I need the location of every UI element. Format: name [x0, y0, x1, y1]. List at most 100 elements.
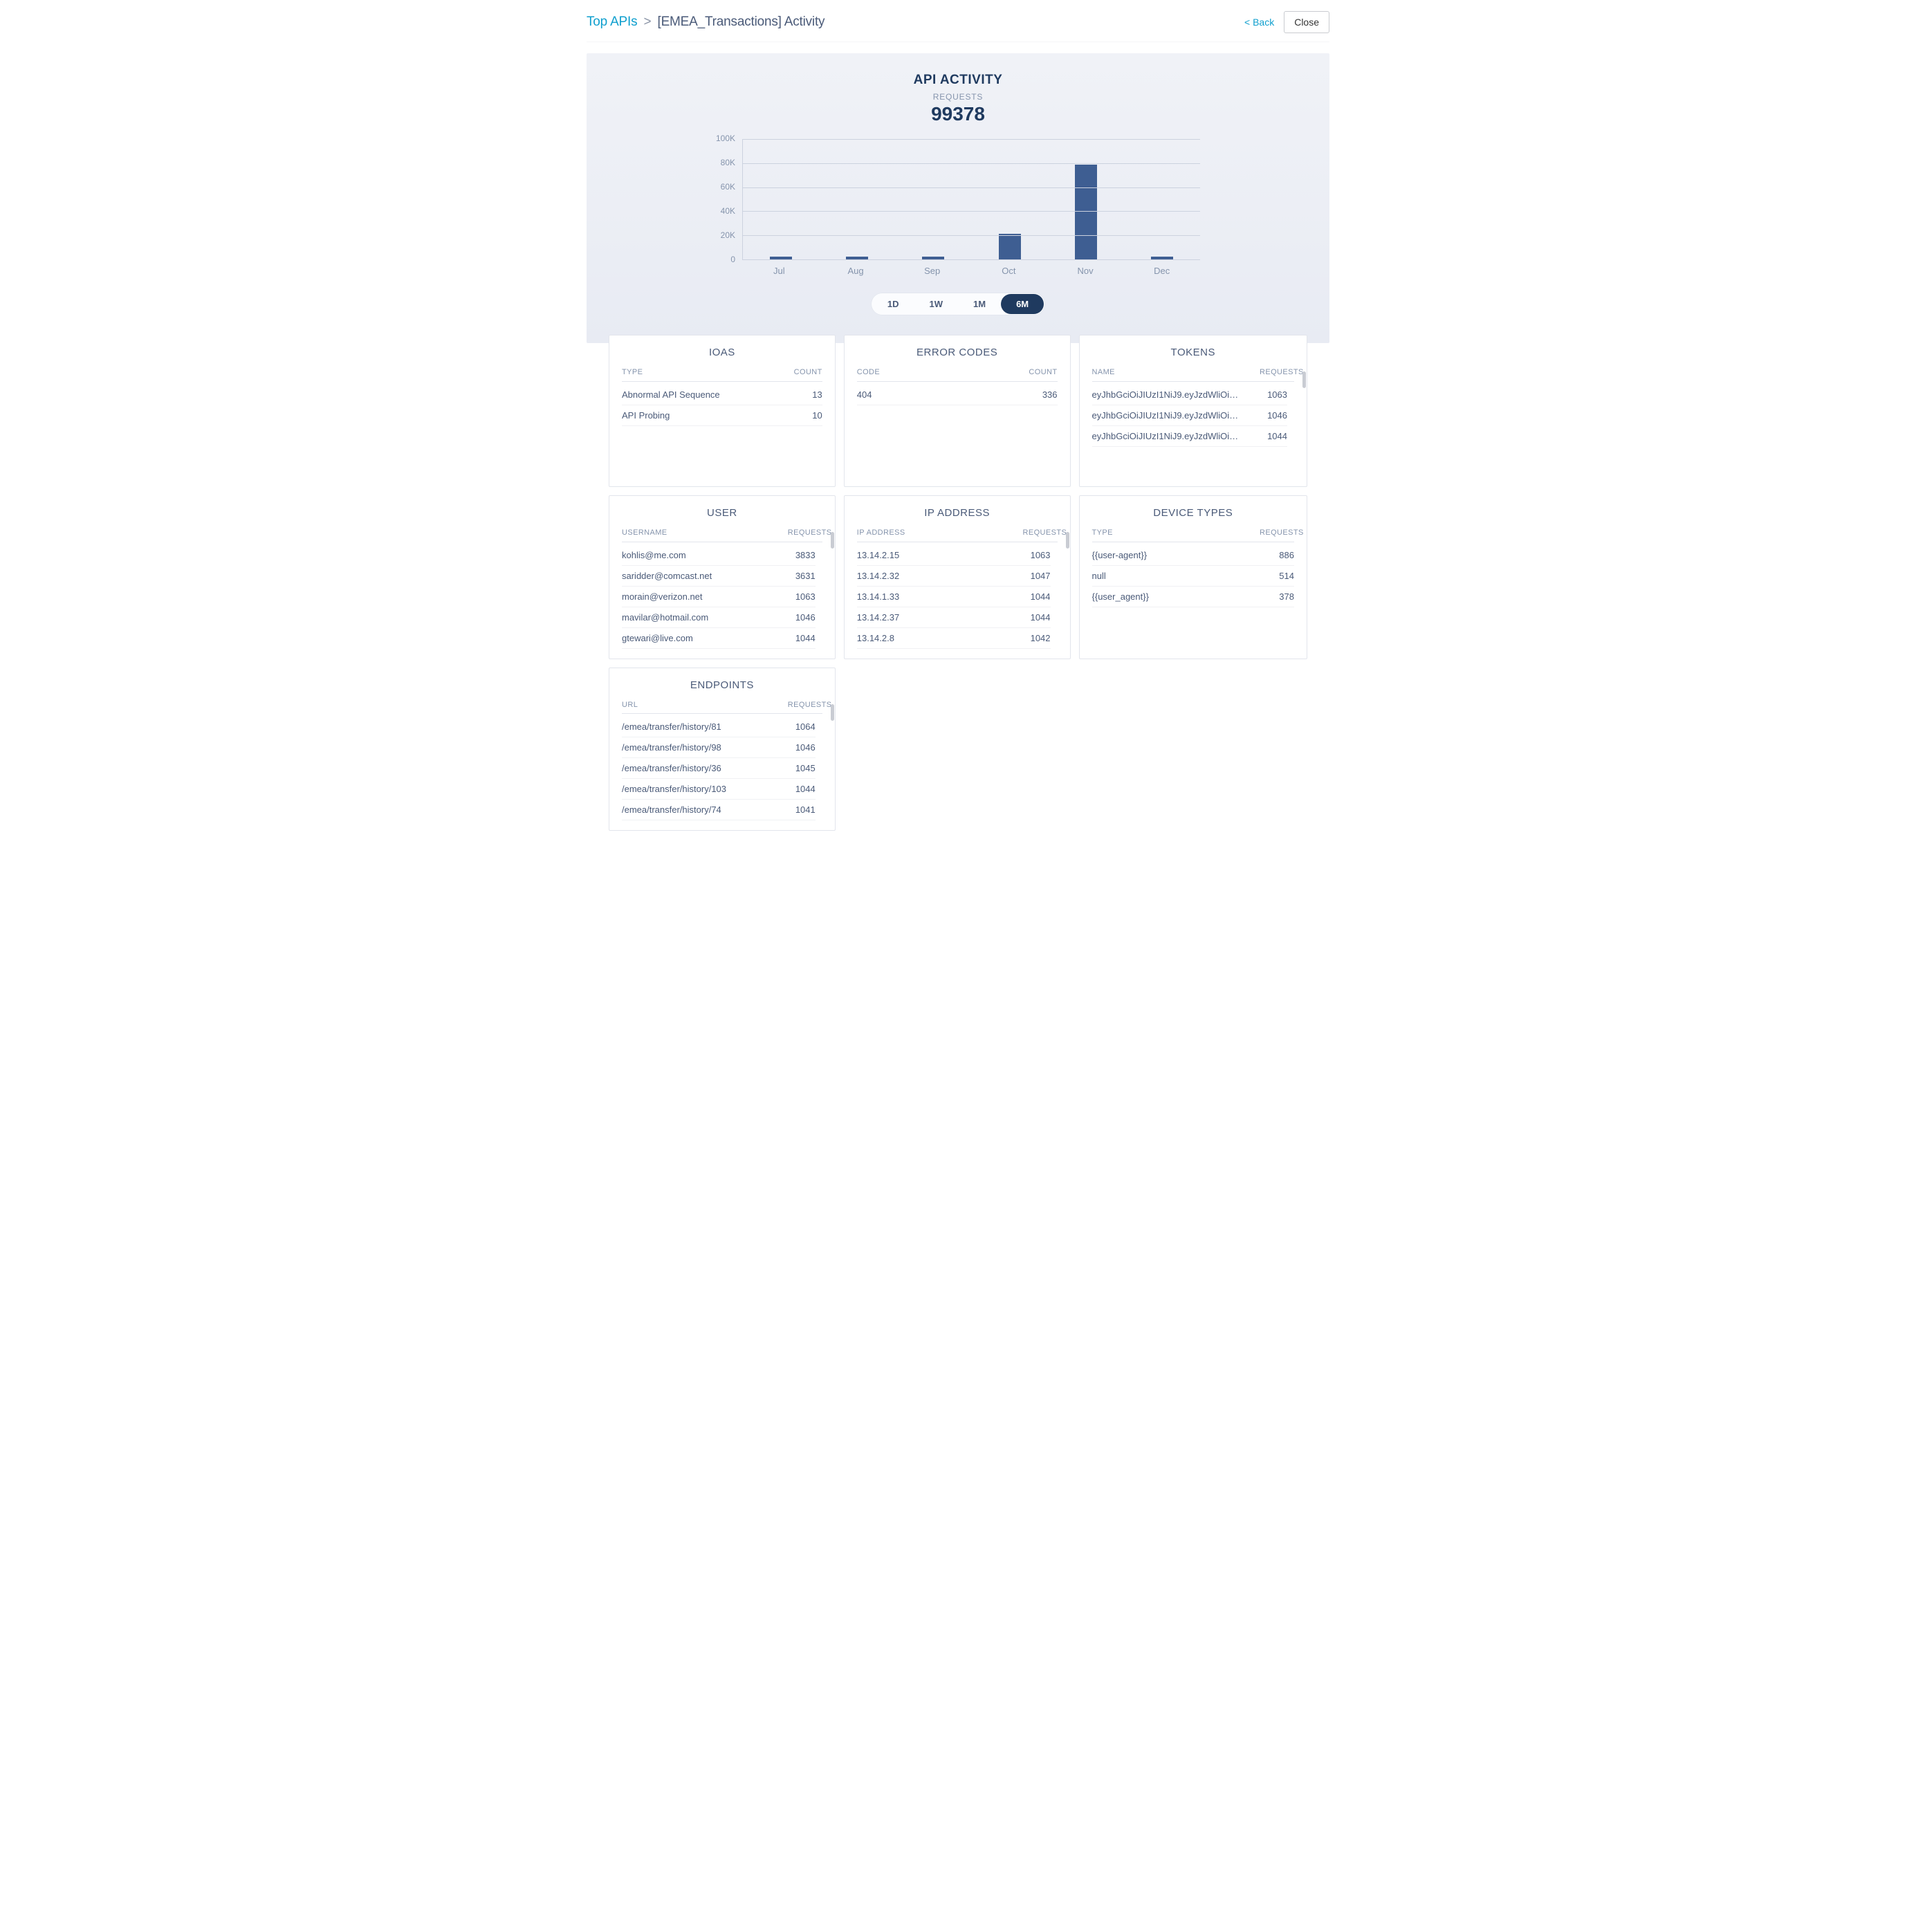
table-header-left: TYPE — [622, 368, 643, 377]
chart-grid-line — [743, 163, 1200, 164]
table-header-right: REQUESTS — [1260, 528, 1294, 537]
table-row[interactable]: /emea/transfer/history/981046 — [622, 737, 816, 758]
card-title: ERROR CODES — [857, 347, 1058, 358]
cell-value: 1063 — [795, 591, 816, 602]
cell-label: {{user_agent}} — [1092, 591, 1149, 602]
cell-label: /emea/transfer/history/74 — [622, 804, 721, 815]
chart-bar-slot — [743, 139, 819, 259]
chart-bar-slot — [819, 139, 895, 259]
time-range-1w[interactable]: 1W — [914, 294, 959, 314]
cell-label: eyJhbGciOiJIUzI1NiJ9.eyJzdWliOiI0MjYiL..… — [1092, 431, 1239, 441]
table-row[interactable]: null 514 — [1092, 566, 1294, 587]
cell-label: 13.14.2.32 — [857, 571, 899, 581]
chart-bar[interactable] — [770, 257, 792, 259]
time-range-selector: 1D1W1M6M — [871, 293, 1045, 315]
card-title: ENDPOINTS — [622, 679, 822, 691]
table-row[interactable]: /emea/transfer/history/361045 — [622, 758, 816, 779]
table-row[interactable]: eyJhbGciOiJIUzI1NiJ9.eyJzdWliOiI0MjYiL..… — [1092, 426, 1287, 447]
cell-value: 1064 — [795, 721, 816, 732]
card-endpoints: ENDPOINTSURLREQUESTS/emea/transfer/histo… — [609, 668, 836, 831]
breadcrumb-root-link[interactable]: Top APIs — [587, 15, 637, 29]
cell-label: null — [1092, 571, 1106, 581]
chart-x-tick: Sep — [894, 260, 970, 276]
chart-bar[interactable] — [846, 257, 868, 259]
table-row[interactable]: 13.14.2.81042 — [857, 628, 1051, 649]
table-row[interactable]: /emea/transfer/history/74 1041 — [622, 800, 816, 820]
cell-label: API Probing — [622, 410, 670, 421]
chart-bar[interactable] — [922, 257, 944, 259]
table-row[interactable]: eyJhbGciOiJIUzI1NiJ9.eyJzdWliOiI0MDQi...… — [1092, 385, 1287, 405]
table-row[interactable]: 13.14.2.321047 — [857, 566, 1051, 587]
card-title: DEVICE TYPES — [1092, 507, 1294, 519]
table-row[interactable]: API Probing 10 — [622, 405, 822, 426]
cell-value: 1044 — [795, 633, 816, 643]
cell-label: mavilar@hotmail.com — [622, 612, 708, 623]
table-row[interactable]: {{user-agent}}886 — [1092, 545, 1294, 566]
card-title: TOKENS — [1092, 347, 1294, 358]
table-header: IP ADDRESSREQUESTS — [857, 528, 1058, 542]
table-row[interactable]: 13.14.2.151063 — [857, 545, 1051, 566]
chart-y-axis: 100K80K60K40K20K0 — [716, 139, 742, 260]
cell-value: 378 — [1279, 591, 1294, 602]
table-row[interactable]: 13.14.2.371044 — [857, 607, 1051, 628]
scrollbar-thumb[interactable] — [831, 532, 834, 549]
activity-title: API ACTIVITY — [614, 73, 1302, 88]
card-ioas: IOASTYPECOUNTAbnormal API Sequence13API … — [609, 335, 836, 487]
table-row[interactable]: eyJhbGciOiJIUzI1NiJ9.eyJzdWliOiI0MjEiL..… — [1092, 405, 1287, 426]
card-ip-address: IP ADDRESSIP ADDRESSREQUESTS13.14.2.1510… — [844, 495, 1071, 659]
table-header-left: TYPE — [1092, 528, 1113, 537]
chart-grid-line — [743, 139, 1200, 140]
scrollbar-thumb[interactable] — [1302, 371, 1306, 388]
card-table: NAMEREQUESTS eyJhbGciOiJIUzI1NiJ9.eyJzdWl… — [1092, 368, 1294, 447]
cell-value: 10 — [812, 410, 822, 421]
cell-label: 404 — [857, 389, 872, 400]
cell-value: 1044 — [795, 784, 816, 794]
chart-bar[interactable] — [1151, 257, 1173, 259]
table-header: TYPECOUNT — [622, 368, 822, 382]
cell-label: /emea/transfer/history/103 — [622, 784, 726, 794]
table-row[interactable]: mavilar@hotmail.com1046 — [622, 607, 816, 628]
table-row[interactable]: gtewari@live.com1044 — [622, 628, 816, 649]
table-row[interactable]: kohlis@me.com3833 — [622, 545, 816, 566]
chart-bar[interactable] — [1075, 165, 1097, 259]
table-header: NAMEREQUESTS — [1092, 368, 1294, 382]
cell-value: 1063 — [1267, 389, 1287, 400]
cell-value: 514 — [1279, 571, 1294, 581]
cell-label: /emea/transfer/history/98 — [622, 742, 721, 753]
header-actions: < Back Close — [1244, 11, 1329, 33]
chart-x-tick: Jul — [741, 260, 818, 276]
table-row[interactable]: 13.14.1.331044 — [857, 587, 1051, 607]
card-user: USERUSERNAMEREQUESTSkohlis@me.com3833sar… — [609, 495, 836, 659]
chart-bar[interactable] — [999, 234, 1021, 259]
time-range-1d[interactable]: 1D — [872, 294, 914, 314]
close-button[interactable]: Close — [1284, 11, 1329, 33]
chart-x-tick: Aug — [818, 260, 894, 276]
table-row[interactable]: saridder@comcast.net3631 — [622, 566, 816, 587]
card-tokens: TOKENS NAMEREQUESTS eyJhbGciOiJIUzI1NiJ9.e… — [1079, 335, 1307, 487]
table-row[interactable]: {{user_agent}} 378 — [1092, 587, 1294, 607]
table-row[interactable]: /emea/transfer/history/103 1044 — [622, 779, 816, 800]
table-row[interactable]: 404336 — [857, 385, 1058, 405]
cell-value: 1041 — [795, 804, 816, 815]
card-grid: IOASTYPECOUNTAbnormal API Sequence13API … — [587, 335, 1329, 831]
activity-chart: 100K80K60K40K20K0 JulAugSepOctNovDec — [716, 139, 1200, 276]
cell-value: 1044 — [1267, 431, 1287, 441]
cell-label: kohlis@me.com — [622, 550, 686, 560]
scrollbar-thumb[interactable] — [831, 704, 834, 721]
table-header: USERNAMEREQUESTS — [622, 528, 822, 542]
cell-label: eyJhbGciOiJIUzI1NiJ9.eyJzdWliOiI0MDQi... — [1092, 389, 1239, 400]
table-row[interactable]: morain@verizon.net1063 — [622, 587, 816, 607]
table-row[interactable]: /emea/transfer/history/811064 — [622, 717, 816, 737]
cell-label: 13.14.1.33 — [857, 591, 899, 602]
scrollbar-thumb[interactable] — [1066, 532, 1069, 549]
cell-label: saridder@comcast.net — [622, 571, 712, 581]
chart-x-tick: Nov — [1047, 260, 1124, 276]
cell-value: 1045 — [795, 763, 816, 773]
time-range-1m[interactable]: 1M — [958, 294, 1001, 314]
cell-value: 886 — [1279, 550, 1294, 560]
time-range-6m[interactable]: 6M — [1001, 294, 1044, 314]
back-link[interactable]: < Back — [1244, 17, 1274, 28]
table-row[interactable]: Abnormal API Sequence13 — [622, 385, 822, 405]
table-header-right: COUNT — [1029, 368, 1057, 377]
chart-bar-slot — [1048, 139, 1124, 259]
